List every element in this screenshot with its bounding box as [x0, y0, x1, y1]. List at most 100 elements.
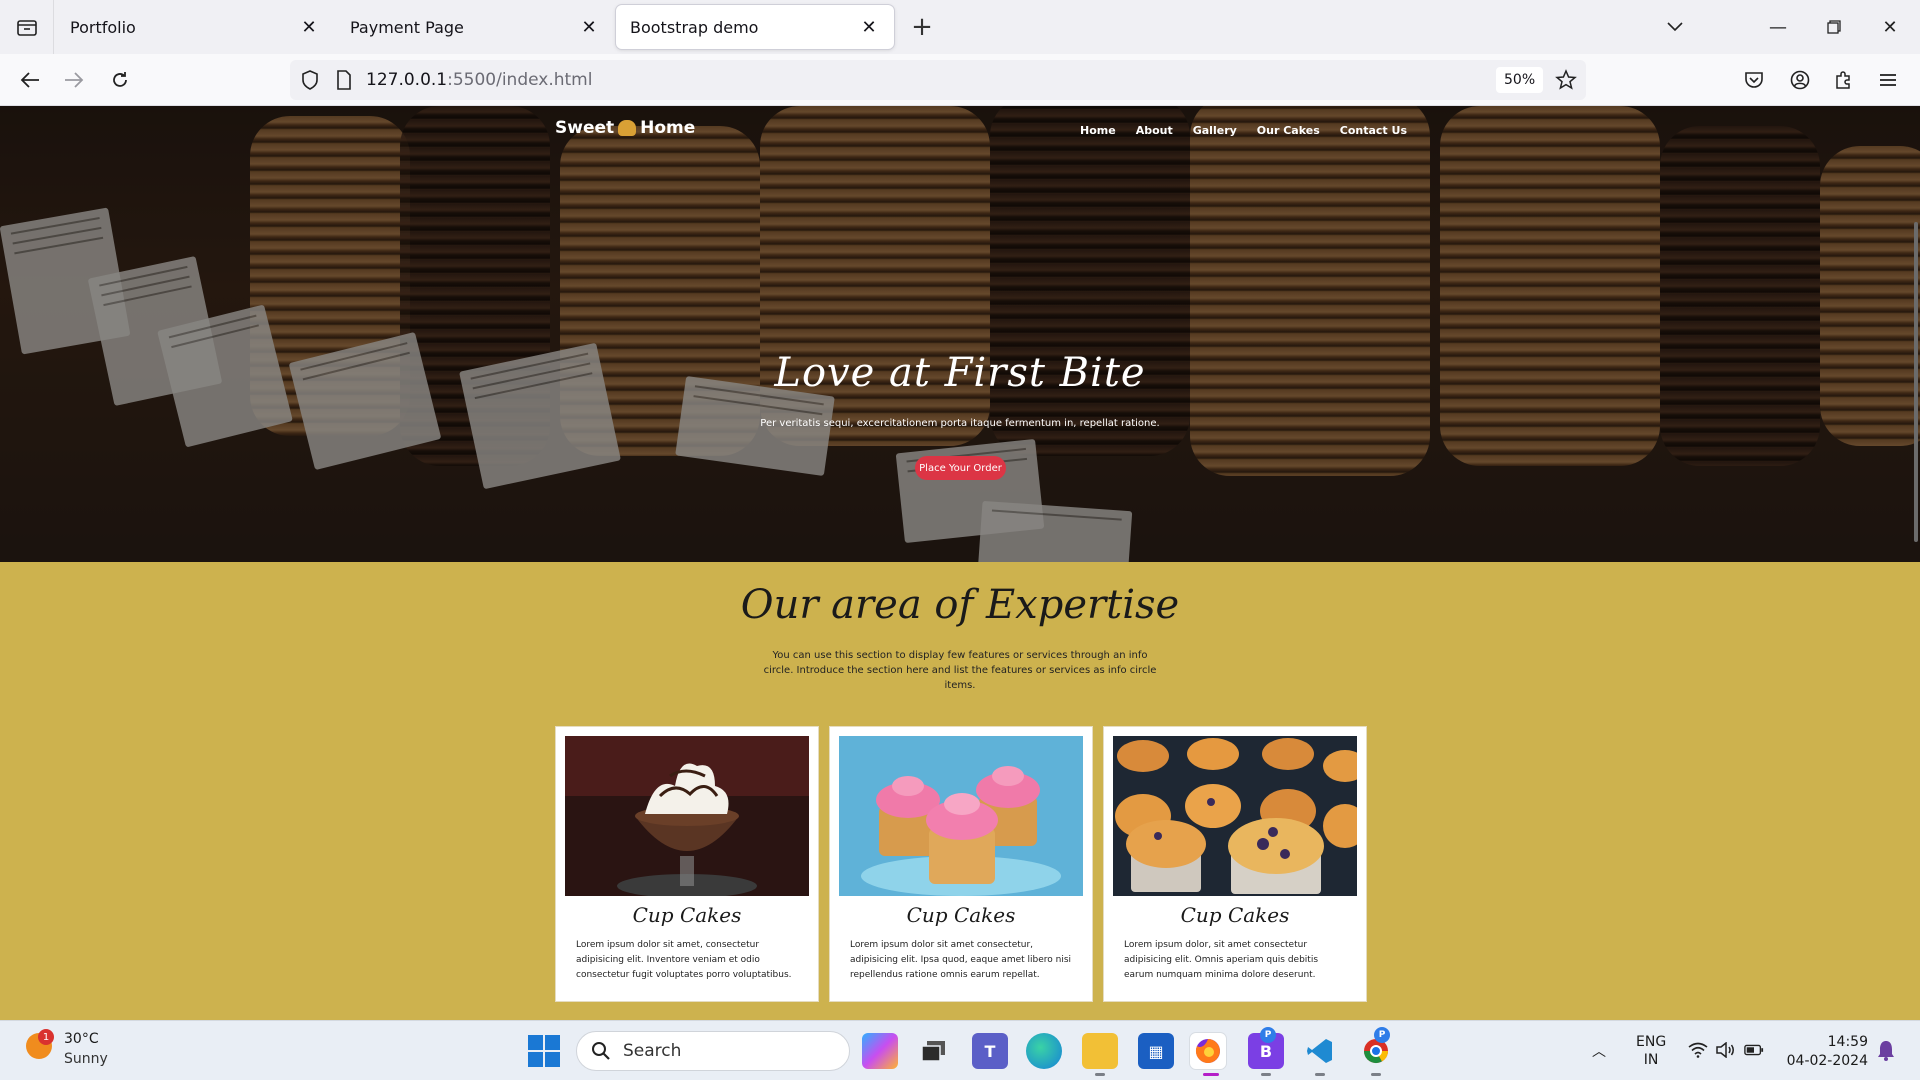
pocket-icon: [1745, 72, 1763, 88]
expertise-description: You can use this section to display few …: [763, 650, 1157, 691]
cake-card[interactable]: Cup Cakes Lorem ipsum dolor sit amet con…: [829, 726, 1093, 1002]
edge-icon[interactable]: [1026, 1033, 1062, 1069]
close-window-button[interactable]: ✕: [1862, 0, 1918, 54]
wifi-icon[interactable]: [1688, 1041, 1708, 1059]
hero-section: Sweet Home Home About Gallery Our Cakes …: [0, 106, 1920, 562]
back-icon: [20, 72, 39, 88]
card-title: Cup Cakes: [906, 903, 1016, 927]
active-indicator: [1203, 1073, 1219, 1076]
profile-badge: P: [1260, 1027, 1276, 1043]
windows-start-button[interactable]: [528, 1035, 560, 1067]
page-viewport: Sweet Home Home About Gallery Our Cakes …: [0, 106, 1920, 1020]
reload-button[interactable]: [102, 62, 138, 98]
account-button[interactable]: [1782, 62, 1818, 98]
forward-button[interactable]: [56, 62, 92, 98]
search-label: Search: [623, 1041, 682, 1061]
taskbar: 1 30°C Sunny Search T ▦ B P P ︿ ENG IN 1…: [0, 1020, 1920, 1080]
nav-link-gallery[interactable]: Gallery: [1193, 124, 1237, 137]
forward-icon: [65, 72, 84, 88]
language-region: IN: [1643, 1052, 1659, 1068]
cake-image-chocolate-mousse: [565, 736, 809, 896]
tab-bootstrap-demo[interactable]: Bootstrap demo ✕: [616, 5, 894, 49]
extensions-icon: [1836, 71, 1850, 89]
profile-badge: P: [1374, 1027, 1390, 1043]
running-indicator: [1315, 1073, 1325, 1076]
account-icon: [1790, 70, 1810, 90]
zoom-level[interactable]: 50%: [1496, 67, 1544, 93]
search-icon: [592, 1042, 610, 1060]
star-icon[interactable]: [1554, 68, 1578, 92]
tab-portfolio[interactable]: Portfolio ✕: [56, 5, 334, 49]
back-button[interactable]: [12, 62, 48, 98]
plus-icon: +: [911, 12, 933, 42]
expertise-title: Our area of Expertise: [740, 582, 1180, 628]
cake-icon: [618, 120, 637, 136]
file-explorer-icon[interactable]: [1082, 1033, 1118, 1069]
card-text: Lorem ipsum dolor, sit amet consectetur …: [1124, 940, 1319, 980]
brand-text-left: Sweet: [555, 118, 615, 138]
brand-logo[interactable]: Sweet Home: [555, 118, 695, 138]
clock-time: 14:59: [1827, 1034, 1868, 1050]
battery-icon[interactable]: [1744, 1041, 1764, 1059]
firefox-icon[interactable]: [1190, 1033, 1226, 1069]
shield-icon[interactable]: [298, 68, 322, 92]
menu-button[interactable]: [1870, 62, 1906, 98]
chevron-down-icon: [1667, 22, 1683, 32]
vscode-icon[interactable]: [1302, 1033, 1338, 1069]
volume-icon[interactable]: [1716, 1041, 1736, 1059]
site-nav-links: Home About Gallery Our Cakes Contact Us: [1080, 124, 1407, 137]
tab-payment-page[interactable]: Payment Page ✕: [336, 5, 614, 49]
tab-list-button[interactable]: [0, 0, 54, 54]
url-path: :5500/index.html: [447, 70, 593, 90]
place-order-button[interactable]: Place Your Order: [915, 456, 1006, 480]
teams-icon[interactable]: T: [972, 1033, 1008, 1069]
reload-icon: [113, 72, 127, 87]
browser-toolbar: 127.0.0.1:5500/index.html 50%: [0, 54, 1920, 106]
chevron-up-icon[interactable]: ︿: [1592, 1041, 1606, 1061]
tab-title: Portfolio: [70, 17, 136, 37]
nav-link-about[interactable]: About: [1136, 124, 1173, 137]
minimize-icon: —: [1769, 16, 1787, 38]
store-icon[interactable]: ▦: [1138, 1033, 1174, 1069]
cake-card[interactable]: Cup Cakes Lorem ipsum dolor, sit amet co…: [1103, 726, 1367, 1002]
close-icon[interactable]: ✕: [858, 16, 880, 38]
url-host: 127.0.0.1: [366, 70, 448, 90]
page-scrollbar[interactable]: [1914, 222, 1918, 542]
running-indicator: [1371, 1073, 1381, 1076]
clock-date: 04-02-2024: [1786, 1053, 1868, 1069]
site-navbar: Sweet Home Home About Gallery Our Cakes …: [0, 106, 1920, 156]
minimize-button[interactable]: —: [1750, 0, 1806, 54]
tab-title: Payment Page: [350, 17, 464, 37]
url-text[interactable]: 127.0.0.1:5500/index.html: [366, 70, 592, 90]
task-view-icon[interactable]: [916, 1033, 952, 1069]
cake-card[interactable]: Cup Cakes Lorem ipsum dolor sit amet, co…: [555, 726, 819, 1002]
notification-badge: 1: [38, 1029, 54, 1045]
cake-image-blueberry-muffins: [1113, 736, 1357, 896]
page-icon[interactable]: [332, 68, 356, 92]
weather-temperature: 30°C: [64, 1031, 99, 1047]
system-clock[interactable]: 14:59 04-02-2024: [1786, 1033, 1868, 1071]
restore-button[interactable]: [1806, 0, 1862, 54]
new-tab-button[interactable]: +: [902, 7, 942, 47]
extensions-button[interactable]: [1826, 62, 1862, 98]
taskbar-search[interactable]: Search: [576, 1031, 850, 1071]
notification-bell-icon[interactable]: [1876, 1039, 1896, 1061]
language-indicator[interactable]: ENG IN: [1636, 1033, 1666, 1069]
nav-link-contact-us[interactable]: Contact Us: [1340, 124, 1407, 137]
nav-link-home[interactable]: Home: [1080, 124, 1116, 137]
copilot-icon[interactable]: [862, 1033, 898, 1069]
tab-strip: Portfolio ✕ Payment Page ✕ Bootstrap dem…: [0, 0, 1920, 54]
tab-overflow-button[interactable]: [1660, 12, 1690, 42]
close-icon[interactable]: ✕: [578, 16, 600, 38]
language-code: ENG: [1636, 1034, 1667, 1050]
running-indicator: [1095, 1073, 1105, 1076]
nav-link-our-cakes[interactable]: Our Cakes: [1257, 124, 1320, 137]
pocket-button[interactable]: [1736, 62, 1772, 98]
brand-text-right: Home: [640, 118, 696, 138]
card-title: Cup Cakes: [632, 903, 742, 927]
card-title: Cup Cakes: [1180, 903, 1290, 927]
close-icon[interactable]: ✕: [298, 16, 320, 38]
restore-icon: [1827, 20, 1841, 34]
tab-title: Bootstrap demo: [630, 17, 759, 37]
url-bar[interactable]: 127.0.0.1:5500/index.html 50%: [290, 60, 1586, 100]
